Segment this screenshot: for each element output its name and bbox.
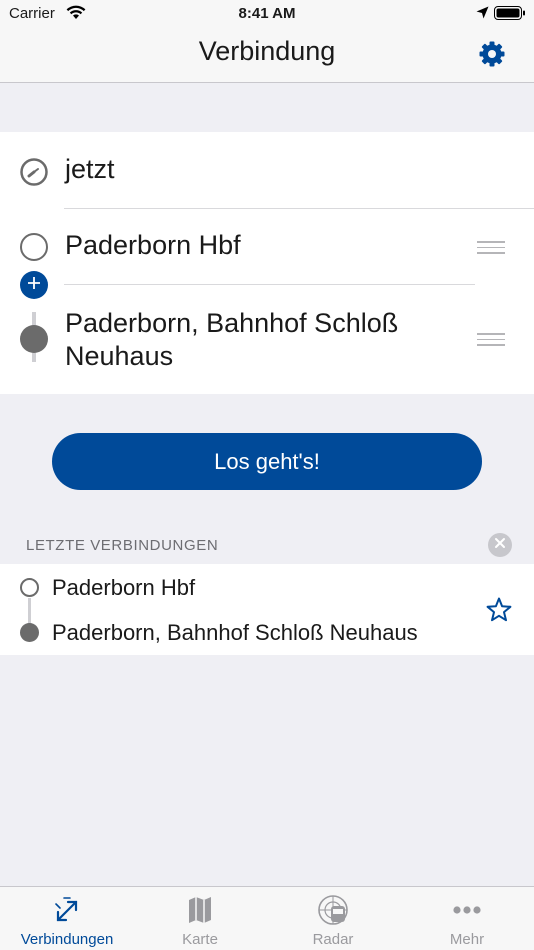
page-title: Verbindung xyxy=(198,36,336,66)
destination-dot-icon xyxy=(20,325,48,353)
tab-karte[interactable]: Karte xyxy=(133,887,267,950)
tab-label: Radar xyxy=(312,931,354,948)
recent-origin-label: Paderborn Hbf xyxy=(52,575,196,600)
origin-label: Paderborn Hbf xyxy=(65,230,241,260)
tab-verbindungen[interactable]: Verbindungen xyxy=(0,887,134,950)
status-time: 8:41 AM xyxy=(238,5,296,22)
battery-icon xyxy=(494,6,526,24)
origin-circle-icon xyxy=(20,578,39,597)
origin-drag-handle-icon[interactable] xyxy=(477,241,505,255)
destination-drag-handle-icon[interactable] xyxy=(477,333,505,347)
map-icon xyxy=(183,894,217,926)
tab-label: Verbindungen xyxy=(20,931,114,948)
screen: Carrier 8:41 AM Verbindung jetzt Paderbo… xyxy=(0,0,534,950)
navigation-bar: Verbindung xyxy=(0,28,534,83)
origin-circle-icon xyxy=(20,233,48,261)
tab-bar: Verbindungen Karte Radar Mehr xyxy=(0,886,534,950)
departure-time-label: jetzt xyxy=(65,154,115,184)
tab-label: Mehr xyxy=(449,931,485,948)
destination-label: Paderborn, Bahnhof Schloß Neuhaus xyxy=(65,308,399,371)
connection-search-card: jetzt Paderborn Hbf Paderborn, Bahnhof S… xyxy=(0,132,534,394)
favorite-star-icon[interactable] xyxy=(485,596,513,624)
tab-label: Karte xyxy=(182,931,218,948)
destination-dot-icon xyxy=(20,623,39,642)
origin-field[interactable]: Paderborn Hbf xyxy=(0,209,534,284)
radar-icon xyxy=(316,894,350,926)
clear-recent-button[interactable] xyxy=(488,533,512,557)
tab-radar[interactable]: Radar xyxy=(266,887,400,950)
more-icon xyxy=(450,894,484,926)
recent-destination-label: Paderborn, Bahnhof Schloß Neuhaus xyxy=(52,620,418,645)
departure-time-row[interactable]: jetzt xyxy=(0,132,534,208)
destination-field[interactable]: Paderborn, Bahnhof Schloß Neuhaus xyxy=(0,285,534,394)
recent-connections-header: LETZTE VERBINDUNGEN xyxy=(26,537,219,554)
clock-icon xyxy=(19,157,49,192)
connections-icon xyxy=(50,894,84,926)
recent-connection-item[interactable]: Paderborn Hbf Paderborn, Bahnhof Schloß … xyxy=(0,564,534,655)
gear-icon xyxy=(478,40,506,73)
settings-button[interactable] xyxy=(474,38,510,74)
search-submit-button[interactable]: Los geht's! xyxy=(52,433,482,490)
route-connector-line xyxy=(28,598,31,624)
tab-mehr[interactable]: Mehr xyxy=(400,887,534,950)
close-icon xyxy=(494,536,506,554)
location-arrow-icon xyxy=(476,6,489,23)
status-bar: Carrier 8:41 AM xyxy=(0,0,534,28)
